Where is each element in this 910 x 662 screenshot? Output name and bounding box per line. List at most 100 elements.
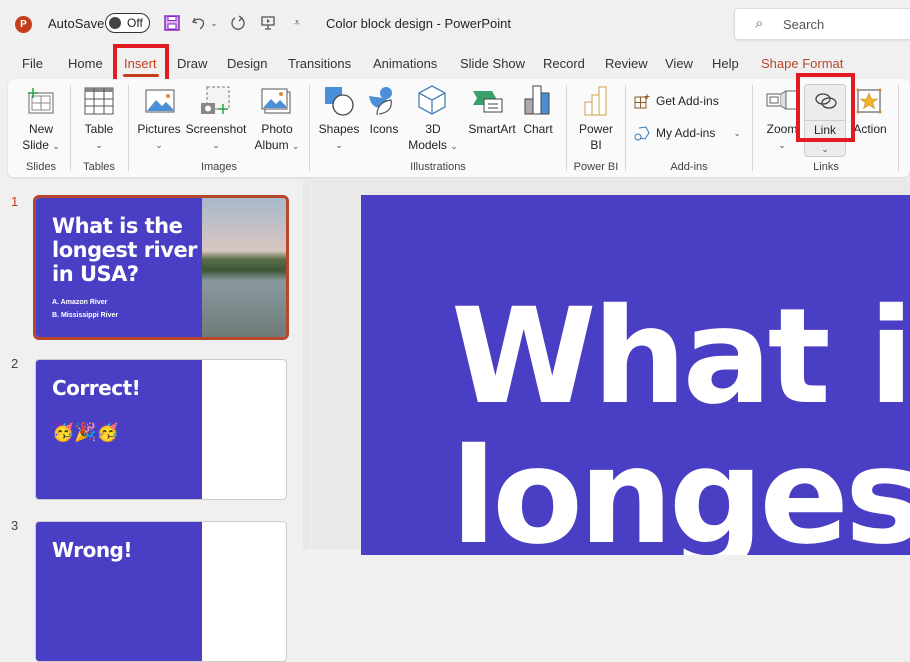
group-divider (309, 85, 310, 171)
icons-button[interactable]: Icons (364, 121, 404, 137)
autosave-label: AutoSave (48, 16, 105, 31)
search-placeholder: Search (783, 17, 825, 32)
shapes-button[interactable]: Shapes ⌄ (316, 121, 362, 153)
3d-models-button[interactable]: 3D Models ⌄ (406, 121, 460, 154)
thumbnail-scrollbar[interactable] (303, 180, 310, 549)
tab-draw[interactable]: Draw (177, 56, 207, 71)
shapes-label: Shapes (318, 122, 360, 136)
slide-thumbnail-pane: 1 What is the longest river in USA? A. A… (0, 180, 310, 662)
table-button[interactable]: Table ⌄ (76, 121, 122, 153)
undo-dropdown-icon[interactable]: ⌄ (208, 13, 220, 33)
title-line: What is the (52, 214, 183, 238)
photo-album-button[interactable]: Photo Album ⌄ (250, 121, 304, 154)
photo-album-label: Photo (261, 122, 293, 136)
redo-icon[interactable] (228, 13, 248, 33)
smartart-button[interactable]: SmartArt (462, 121, 522, 137)
autosave-state: Off (127, 16, 143, 30)
smartart-icon (472, 88, 504, 119)
group-label-tables: Tables (83, 161, 115, 173)
group-label-power-bi: Power BI (573, 161, 619, 173)
search-icon: ⌕ (755, 15, 764, 32)
group-label-slides: Slides (26, 161, 56, 173)
slide-number: 3 (11, 518, 19, 533)
save-icon[interactable] (162, 13, 182, 33)
table-icon (84, 87, 114, 120)
power-bi-icon (584, 86, 608, 121)
toggle-knob (109, 17, 121, 29)
power-bi-label: Power (578, 122, 613, 136)
chevron-down-icon: ⌄ (450, 141, 458, 151)
shapes-icon (324, 86, 354, 121)
river-photo (202, 198, 286, 337)
title-line: longest river (52, 238, 198, 262)
present-icon[interactable] (258, 13, 278, 33)
autosave-toggle[interactable]: Off (105, 13, 150, 33)
chart-icon (524, 85, 550, 120)
main-slide[interactable]: What is longest (361, 195, 910, 555)
celebration-emojis: 🥳🎉🥳 (52, 422, 120, 442)
main-slide-title-line1: What is (451, 280, 910, 434)
get-addins-label: Get Add-ins (656, 94, 719, 108)
chevron-down-icon: ⌄ (52, 141, 60, 151)
tab-help[interactable]: Help (712, 56, 739, 71)
group-divider (752, 85, 753, 171)
tab-design[interactable]: Design (227, 56, 267, 71)
tab-home[interactable]: Home (68, 56, 103, 71)
screenshot-icon (199, 86, 231, 121)
tab-shape-format[interactable]: Shape Format (761, 56, 843, 71)
get-addins-icon (634, 94, 650, 109)
search-input[interactable]: ⌕ Search (734, 8, 910, 40)
my-addins-icon (634, 126, 650, 141)
main-slide-title-line2: longest (451, 420, 910, 555)
chevron-down-icon: ⌄ (291, 141, 300, 151)
slide-number: 1 (11, 194, 19, 209)
photo-album-label-2: Album (254, 138, 289, 152)
chevron-down-icon[interactable]: ⌄ (805, 141, 845, 157)
tab-record[interactable]: Record (543, 56, 585, 71)
tab-transitions[interactable]: Transitions (288, 56, 351, 71)
new-slide-icon (25, 87, 55, 120)
answer-b: B. Mississippi River (52, 312, 119, 319)
my-addins-label: My Add-ins (656, 126, 716, 140)
tab-slide-show[interactable]: Slide Show (460, 56, 525, 71)
3d-models-label-2: Models (408, 138, 447, 152)
screenshot-label: Screenshot (185, 122, 247, 136)
new-slide-button[interactable]: New Slide ⌄ (18, 121, 64, 154)
slide-title: What is the longest river in USA? (52, 214, 198, 286)
ribbon: New Slide ⌄ Slides Table ⌄ Tables Pictur… (8, 79, 910, 177)
answer-a: A. Amazon River (52, 299, 108, 306)
table-label: Table (84, 122, 114, 136)
slide-number: 2 (11, 356, 19, 371)
tab-animations[interactable]: Animations (373, 56, 437, 71)
tab-file[interactable]: File (22, 56, 43, 71)
slide-thumbnail-2[interactable]: Correct! 🥳🎉🥳 (35, 359, 287, 500)
customize-toolbar-icon[interactable]: ⩡ (287, 13, 307, 33)
get-addins-button[interactable]: Get Add-ins (634, 93, 734, 109)
powerpoint-logo-icon: P (15, 16, 32, 33)
tab-view[interactable]: View (665, 56, 693, 71)
slide-title: Wrong! (52, 538, 133, 562)
tab-review[interactable]: Review (605, 56, 648, 71)
title-line: in USA? (52, 262, 139, 286)
pictures-icon (145, 89, 175, 118)
slide-thumbnail-3[interactable]: Wrong! (35, 521, 287, 662)
chart-label: Chart (523, 122, 553, 136)
pictures-button[interactable]: Pictures ⌄ (134, 121, 184, 153)
document-title: Color block design - PowerPoint (326, 16, 511, 31)
power-bi-label-2: BI (590, 138, 602, 152)
undo-icon[interactable] (189, 13, 209, 33)
power-bi-button[interactable]: Power BI (572, 121, 620, 153)
my-addins-button[interactable]: My Add-ins ⌄ (634, 125, 748, 141)
chart-button[interactable]: Chart (518, 121, 558, 137)
new-slide-label-2: Slide (22, 138, 49, 152)
pictures-label: Pictures (137, 122, 181, 136)
photo-album-icon (261, 88, 291, 119)
group-divider (128, 85, 129, 171)
chevron-down-icon: ⌄ (95, 140, 103, 150)
chevron-down-icon: ⌄ (155, 140, 163, 150)
slide-thumbnail-1[interactable]: What is the longest river in USA? A. Ama… (33, 195, 289, 340)
icons-icon (367, 86, 397, 121)
action-icon (856, 88, 882, 119)
screenshot-button[interactable]: Screenshot ⌄ (184, 121, 248, 153)
group-divider (898, 85, 899, 171)
